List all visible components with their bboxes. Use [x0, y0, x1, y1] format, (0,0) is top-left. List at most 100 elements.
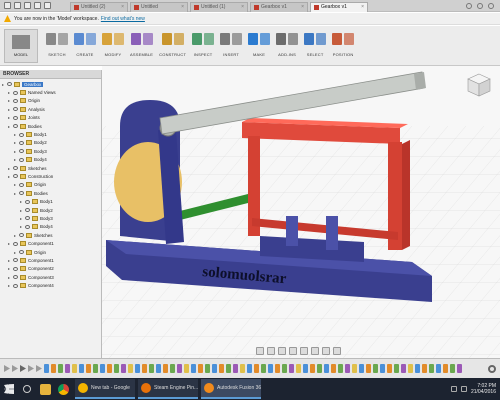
taskbar-app-button[interactable]: Steam Engine Pin...	[138, 379, 198, 399]
browser-node[interactable]: ▸ Component1	[0, 256, 101, 264]
timeline-prev-icon[interactable]	[12, 365, 18, 372]
browser-node[interactable]: ▸ Component2	[0, 265, 101, 273]
visibility-eye-icon[interactable]	[25, 224, 30, 229]
ribbon-group-insert[interactable]: INSERT	[220, 26, 243, 57]
tool-icon[interactable]	[192, 33, 203, 45]
timeline-feature-icon[interactable]	[79, 364, 84, 373]
browser-node[interactable]: ▸ Sketches	[0, 231, 101, 239]
search-icon[interactable]	[18, 378, 36, 400]
tab-document[interactable]: Untitled ×	[130, 1, 188, 12]
look-at-icon[interactable]	[266, 347, 275, 355]
tool-icon[interactable]	[204, 33, 215, 45]
visibility-eye-icon[interactable]	[13, 283, 18, 288]
timeline-feature-icon[interactable]	[345, 364, 350, 373]
ribbon-group-make[interactable]: MAKE	[248, 26, 271, 57]
browser-node[interactable]: ▸ Analysis	[0, 105, 101, 113]
timeline-feature-icon[interactable]	[289, 364, 294, 373]
ribbon-group-position[interactable]: POSITION	[332, 26, 355, 57]
timeline-feature-icon[interactable]	[100, 364, 105, 373]
timeline-feature-icon[interactable]	[191, 364, 196, 373]
tool-icon[interactable]	[248, 33, 259, 45]
visibility-eye-icon[interactable]	[13, 124, 18, 129]
file-explorer-icon[interactable]	[36, 378, 54, 400]
timeline-feature-icon[interactable]	[261, 364, 266, 373]
whats-new-link[interactable]: Find out what's new	[101, 16, 145, 22]
close-icon[interactable]: ×	[361, 4, 364, 10]
close-icon[interactable]: ×	[121, 4, 124, 10]
tool-icon[interactable]	[344, 33, 355, 45]
timeline-next-icon[interactable]	[28, 365, 34, 372]
timeline-feature-icon[interactable]	[359, 364, 364, 373]
browser-node[interactable]: ▸ Gearbox	[0, 80, 101, 88]
timeline-feature-icon[interactable]	[247, 364, 252, 373]
browser-node[interactable]: ▸ Body1	[0, 197, 101, 205]
visibility-eye-icon[interactable]	[13, 174, 18, 179]
timeline-feature-icon[interactable]	[156, 364, 161, 373]
timeline-feature-icon[interactable]	[107, 364, 112, 373]
browser-node[interactable]: ▸ Origin	[0, 97, 101, 105]
visibility-eye-icon[interactable]	[19, 157, 24, 162]
timeline-feature-icon[interactable]	[226, 364, 231, 373]
viewports-icon[interactable]	[332, 347, 341, 355]
visibility-eye-icon[interactable]	[19, 191, 24, 196]
grid-menu-icon[interactable]	[4, 2, 11, 9]
browser-node[interactable]: ▸ Component3	[0, 273, 101, 281]
timeline-feature-icon[interactable]	[303, 364, 308, 373]
timeline-feature-icon[interactable]	[121, 364, 126, 373]
timeline-feature-icon[interactable]	[219, 364, 224, 373]
timeline-feature-icon[interactable]	[44, 364, 49, 373]
timeline-feature-icon[interactable]	[366, 364, 371, 373]
timeline-feature-icon[interactable]	[254, 364, 259, 373]
orbit-icon[interactable]	[255, 347, 264, 355]
tool-icon[interactable]	[86, 33, 96, 45]
tool-icon[interactable]	[161, 33, 172, 45]
tool-icon[interactable]	[46, 33, 56, 45]
ribbon-group-sketch[interactable]: SKETCH	[46, 26, 68, 57]
timeline-feature-icon[interactable]	[394, 364, 399, 373]
timeline-last-icon[interactable]	[36, 365, 42, 372]
visibility-eye-icon[interactable]	[13, 258, 18, 263]
timeline-feature-icon[interactable]	[275, 364, 280, 373]
zoom-icon[interactable]	[288, 347, 297, 355]
visibility-eye-icon[interactable]	[13, 90, 18, 95]
close-icon[interactable]: ×	[181, 4, 184, 10]
visibility-eye-icon[interactable]	[19, 132, 24, 137]
timeline-feature-icon[interactable]	[240, 364, 245, 373]
visibility-eye-icon[interactable]	[13, 275, 18, 280]
timeline-feature-icon[interactable]	[163, 364, 168, 373]
browser-node[interactable]: ▸ Component4	[0, 281, 101, 289]
timeline-feature-icon[interactable]	[317, 364, 322, 373]
timeline-feature-icon[interactable]	[170, 364, 175, 373]
timeline-feature-icon[interactable]	[352, 364, 357, 373]
timeline-first-icon[interactable]	[4, 365, 10, 372]
browser-node[interactable]: ▸ Sketches	[0, 164, 101, 172]
timeline-feature-icon[interactable]	[338, 364, 343, 373]
timeline-feature-icon[interactable]	[443, 364, 448, 373]
start-button[interactable]	[0, 378, 18, 400]
timeline-feature-icon[interactable]	[429, 364, 434, 373]
tool-icon[interactable]	[220, 33, 231, 45]
visibility-eye-icon[interactable]	[19, 250, 24, 254]
ribbon-group-inspect[interactable]: INSPECT	[192, 26, 215, 57]
tool-icon[interactable]	[332, 33, 343, 45]
timeline-feature-icon[interactable]	[268, 364, 273, 373]
browser-node[interactable]: ▸ Body2	[0, 139, 101, 147]
close-icon[interactable]: ×	[241, 4, 244, 10]
visibility-eye-icon[interactable]	[13, 166, 18, 171]
tool-icon[interactable]	[232, 33, 243, 45]
browser-header[interactable]: BROWSER	[0, 70, 101, 79]
timeline-feature-icon[interactable]	[331, 364, 336, 373]
tool-icon[interactable]	[58, 33, 68, 45]
tool-icon[interactable]	[288, 33, 299, 45]
volume-icon[interactable]	[460, 386, 467, 392]
timeline-feature-icon[interactable]	[184, 364, 189, 373]
chrome-icon[interactable]	[54, 378, 72, 400]
timeline-play-icon[interactable]	[20, 365, 26, 372]
visibility-eye-icon[interactable]	[19, 149, 24, 154]
timeline-feature-icon[interactable]	[310, 364, 315, 373]
timeline-feature-icon[interactable]	[93, 364, 98, 373]
taskbar-app-button[interactable]: Autodesk Fusion 360	[201, 379, 261, 399]
tool-icon[interactable]	[276, 33, 287, 45]
visibility-eye-icon[interactable]	[13, 266, 18, 271]
network-icon[interactable]	[450, 386, 457, 392]
